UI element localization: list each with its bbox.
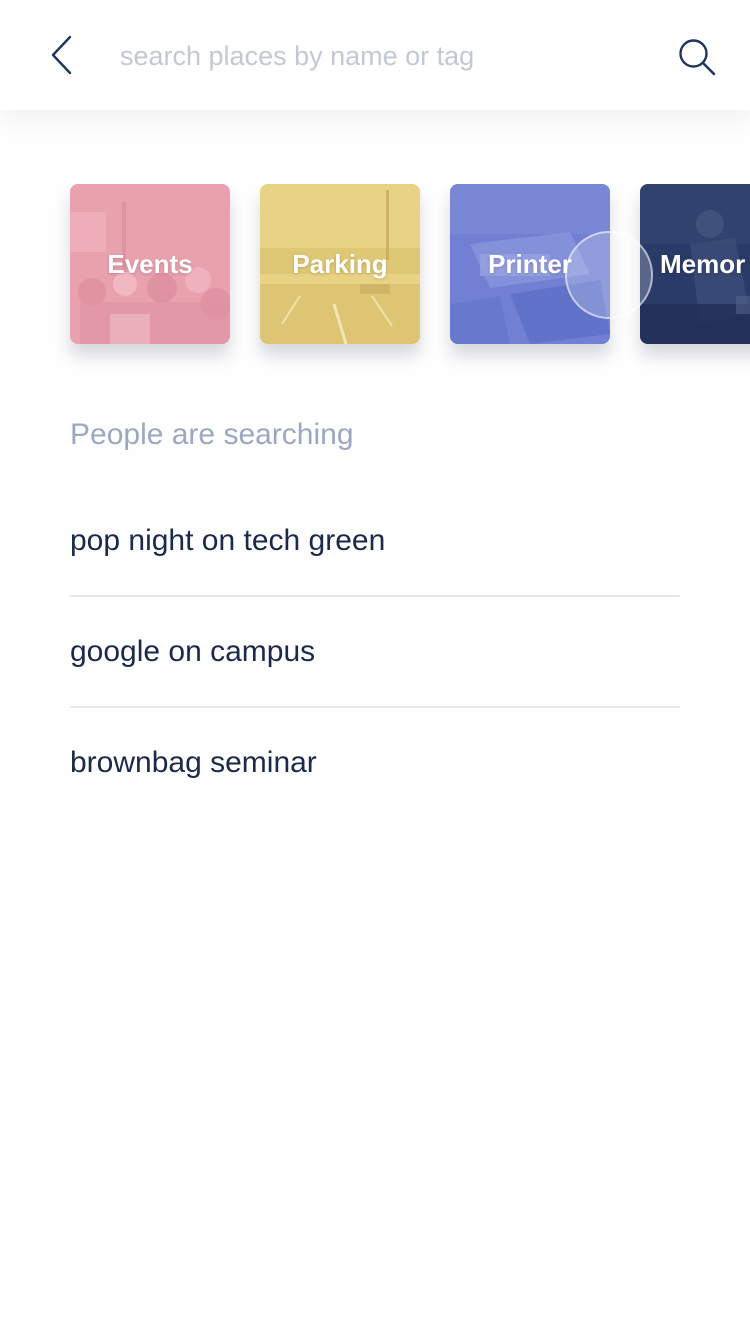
section-title: People are searching	[70, 418, 354, 451]
trending-search-list: pop night on tech green google on campus…	[70, 486, 680, 817]
category-label: Printer	[488, 248, 572, 279]
back-button[interactable]	[40, 30, 84, 80]
search-button[interactable]	[672, 32, 722, 82]
category-tile-events[interactable]: Events	[70, 184, 230, 344]
category-tile-memorial[interactable]: Memor	[640, 184, 750, 344]
category-label: Events	[107, 248, 193, 279]
trending-search-item[interactable]: brownbag seminar	[70, 708, 680, 817]
search-input[interactable]	[120, 30, 640, 82]
trending-search-item[interactable]: google on campus	[70, 597, 680, 708]
category-tile-printer[interactable]: Printer	[450, 184, 610, 344]
category-label: Memor	[660, 248, 746, 279]
magnifier-icon	[679, 39, 716, 76]
chevron-left-icon	[51, 35, 72, 75]
search-header	[0, 0, 750, 110]
category-tile-parking[interactable]: Parking	[260, 184, 420, 344]
search-screen: Events Parking	[0, 0, 750, 1334]
category-carousel[interactable]: Events Parking Printer Memor	[0, 184, 750, 384]
category-label: Parking	[292, 248, 388, 279]
trending-search-item[interactable]: pop night on tech green	[70, 486, 680, 597]
